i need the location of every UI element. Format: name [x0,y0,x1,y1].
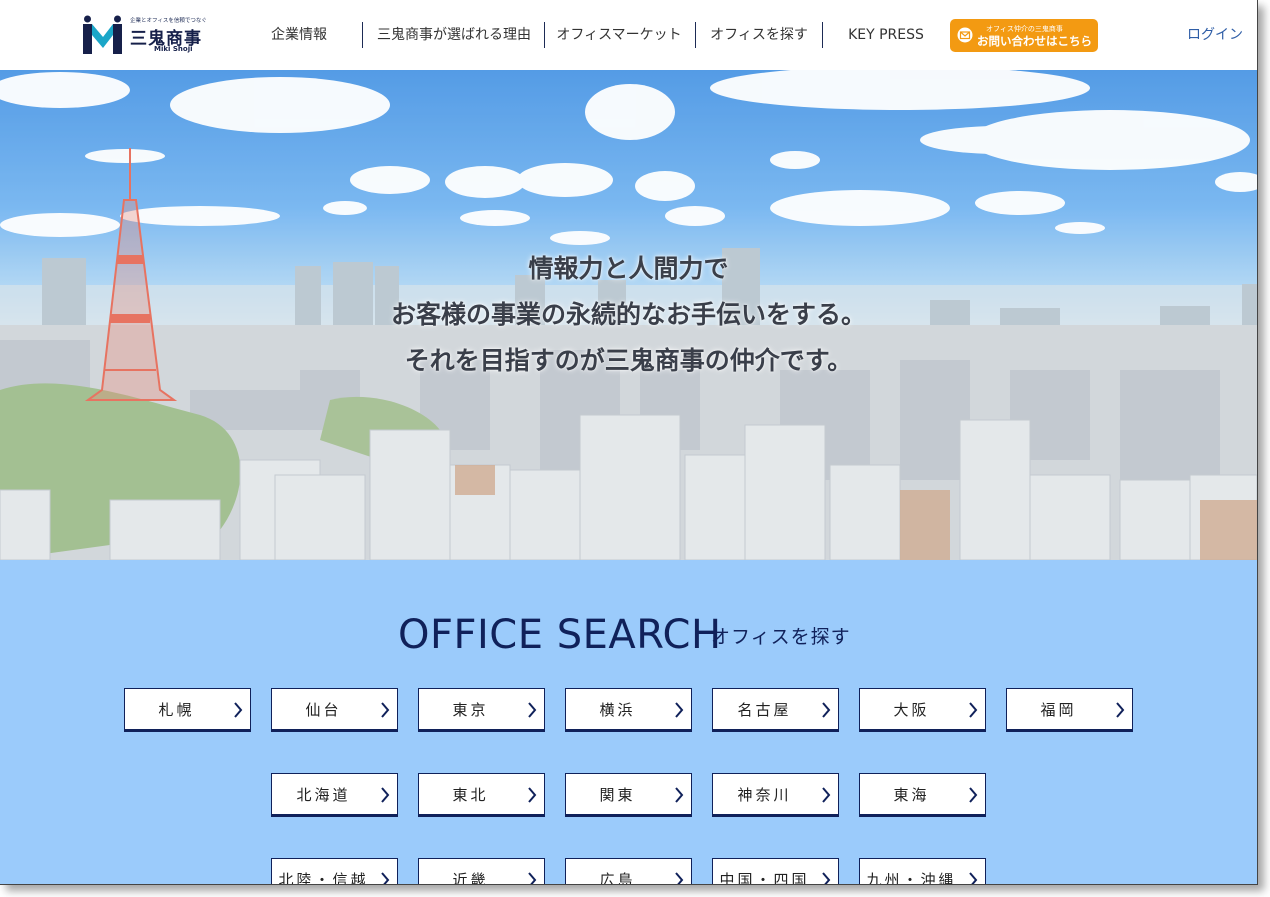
region-label: 東京 [452,701,489,719]
region-button-hokkaido[interactable]: 北海道 [271,773,398,817]
region-label: 近畿 [452,871,489,885]
chevron-right-icon [528,702,537,718]
region-label: 中国・四国 [719,871,810,885]
chevron-right-icon [234,702,243,718]
hero-line: お客様の事業の永続的なお手伝いをする。 [390,300,866,329]
chevron-right-icon [822,872,831,884]
region-label: 大阪 [893,701,930,719]
chevron-right-icon [969,872,978,884]
chevron-right-icon [675,872,684,884]
site-header: 企業とオフィスを信頼でつなぐ 三鬼商事 Miki Shoji 企業情報 三鬼商事… [0,0,1257,70]
region-button-sendai[interactable]: 仙台 [271,688,398,732]
hero-section: 情報力と人間力で お客様の事業の永続的なお手伝いをする。 それを目指すのが三鬼商… [0,70,1257,560]
hero-line: 情報力と人間力で [528,254,729,283]
chevron-right-icon [528,787,537,803]
region-button-kyushu-okinawa[interactable]: 九州・沖縄 [859,858,986,885]
nav-divider [544,22,545,48]
logo-tagline: 企業とオフィスを信頼でつなぐ [130,18,207,24]
region-label: 北陸・信越 [278,871,369,885]
region-button-kanto[interactable]: 関東 [565,773,692,817]
nav-divider [695,22,696,48]
login-link[interactable]: ログイン [1187,22,1243,48]
nav-office-search[interactable]: オフィスを探す [703,22,815,48]
region-label: 仙台 [305,701,342,719]
region-button-kinki[interactable]: 近畿 [418,858,545,885]
region-label: 九州・沖縄 [866,871,957,885]
region-label: 東北 [452,786,489,804]
chevron-right-icon [822,702,831,718]
logo-romaji: Miki Shoji [154,45,193,53]
region-button-kanagawa[interactable]: 神奈川 [712,773,839,817]
chevron-right-icon [822,787,831,803]
region-button-hokuriku-shinetsu[interactable]: 北陸・信越 [271,858,398,885]
region-button-sapporo[interactable]: 札幌 [124,688,251,732]
office-search-subtitle: オフィスを探す [711,626,851,648]
region-label: 東海 [893,786,930,804]
logo-mark-icon [83,15,122,54]
site-logo[interactable]: 企業とオフィスを信頼でつなぐ 三鬼商事 Miki Shoji [82,14,222,56]
chevron-right-icon [675,787,684,803]
chevron-right-icon [969,787,978,803]
nav-divider [362,22,363,48]
region-label: 横浜 [599,701,636,719]
region-button-osaka[interactable]: 大阪 [859,688,986,732]
region-button-tokai[interactable]: 東海 [859,773,986,817]
region-button-hiroshima[interactable]: 広島 [565,858,692,885]
chevron-right-icon [381,702,390,718]
region-button-tohoku[interactable]: 東北 [418,773,545,817]
office-search-title: OFFICE SEARCH [398,612,722,658]
hero-line: それを目指すのが三鬼商事の仲介です。 [404,346,853,375]
region-label: 福岡 [1040,701,1077,719]
region-button-nagoya[interactable]: 名古屋 [712,688,839,732]
region-label: 神奈川 [737,786,792,804]
region-button-chugoku-shikoku[interactable]: 中国・四国 [712,858,839,885]
nav-divider [822,22,823,48]
mail-icon [957,27,973,43]
chevron-right-icon [969,702,978,718]
chevron-right-icon [528,872,537,884]
region-label: 関東 [599,786,636,804]
contact-button[interactable]: オフィス仲介の三鬼商事 お問い合わせはこちら [950,19,1098,52]
region-button-yokohama[interactable]: 横浜 [565,688,692,732]
region-label: 北海道 [296,786,351,804]
hero-tagline: 情報力と人間力で お客様の事業の永続的なお手伝いをする。 それを目指すのが三鬼商… [0,246,1257,384]
contact-label: お問い合わせはこちら [977,34,1092,48]
region-button-tokyo[interactable]: 東京 [418,688,545,732]
browser-page: 企業とオフィスを信頼でつなぐ 三鬼商事 Miki Shoji 企業情報 三鬼商事… [0,0,1258,885]
nav-company-info[interactable]: 企業情報 [265,22,333,48]
region-label: 札幌 [158,701,195,719]
office-search-section: OFFICE SEARCH オフィスを探す 札幌 仙台 東京 横浜 名古屋 大阪 [0,560,1257,885]
nav-office-market[interactable]: オフィスマーケット [551,22,687,48]
region-label: 名古屋 [737,701,792,719]
chevron-right-icon [675,702,684,718]
region-button-fukuoka[interactable]: 福岡 [1006,688,1133,732]
nav-key-press[interactable]: KEY PRESS [846,22,926,48]
chevron-right-icon [381,872,390,884]
chevron-right-icon [1116,702,1125,718]
region-label: 広島 [599,871,636,885]
nav-why-choose[interactable]: 三鬼商事が選ばれる理由 [370,22,538,48]
chevron-right-icon [381,787,390,803]
